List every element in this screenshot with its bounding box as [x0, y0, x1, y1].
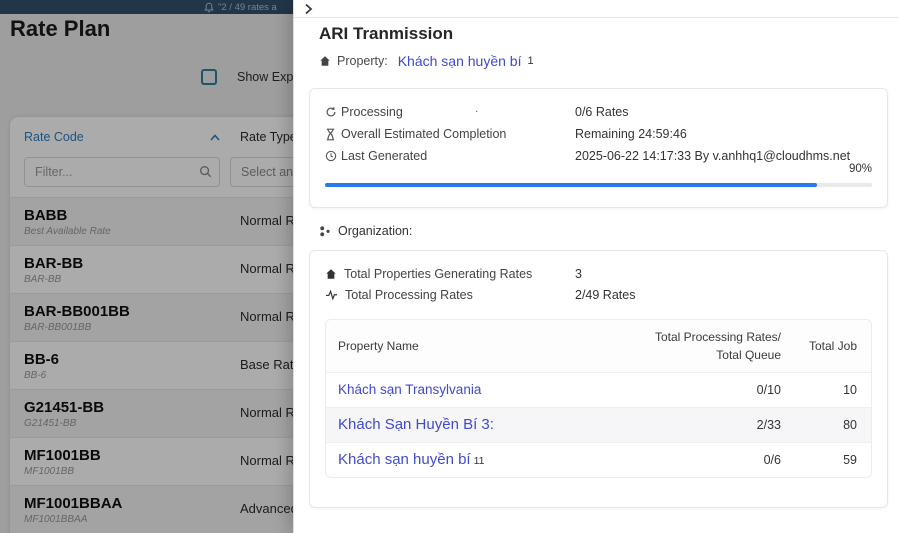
ari-transmission-panel: ARI Tranmission Property: Khách sạn huyề… [293, 0, 899, 533]
organization-section-header: Organization: [319, 224, 412, 238]
property-table-row: Khách sạn Transylvania 0/10 10 [326, 372, 871, 407]
property-table-row: Khách sạn huyền bí11 0/6 59 [326, 442, 871, 477]
hourglass-icon [325, 128, 341, 141]
property-row: Property: Khách sạn huyền bí 1 [319, 53, 534, 69]
panel-header-strip [294, 0, 899, 18]
organization-card: Total Properties Generating Rates 3 Tota… [309, 250, 888, 508]
property-label: Property: [337, 54, 388, 68]
processing-label: Processing [341, 105, 403, 119]
jobs-cell: 10 [781, 383, 871, 397]
estimated-completion-label: Overall Estimated Completion [341, 127, 506, 141]
total-properties-row: Total Properties Generating Rates 3 [325, 263, 872, 284]
property-link[interactable]: Khách Sạn Huyền Bí 3: [338, 416, 494, 433]
processing-row: Processing . 0/6 Rates [325, 101, 872, 123]
clock-icon [325, 150, 341, 162]
total-processing-row: Total Processing Rates 2/49 Rates [325, 284, 872, 305]
property-name-header: Property Name [326, 339, 631, 353]
rates-cell: 2/33 [631, 418, 781, 432]
property-name-link[interactable]: Khách sạn huyền bí [398, 53, 522, 69]
total-properties-value: 3 [575, 267, 582, 281]
property-link[interactable]: Khách sạn Transylvania [338, 382, 481, 397]
property-table: Property Name Total Processing Rates/ To… [325, 319, 872, 478]
property-table-header: Property Name Total Processing Rates/ To… [326, 320, 871, 372]
organization-icon [319, 225, 331, 238]
rates-cell: 0/10 [631, 383, 781, 397]
processing-rates-header: Total Processing Rates/ Total Queue [631, 328, 781, 364]
total-job-header: Total Job [781, 339, 871, 353]
last-generated-row: Last Generated 2025-06-22 14:17:33 By v.… [325, 145, 872, 167]
panel-title: ARI Tranmission [319, 24, 453, 44]
organization-label: Organization: [338, 224, 412, 238]
property-suffix: 11 [474, 455, 485, 467]
property-table-row: Khách Sạn Huyền Bí 3: 2/33 80 [326, 407, 871, 442]
progress-bar [325, 183, 872, 187]
last-generated-label: Last Generated [341, 149, 427, 163]
total-properties-label: Total Properties Generating Rates [344, 267, 532, 281]
activity-icon [325, 289, 338, 301]
home-icon [325, 268, 337, 280]
refresh-icon [325, 106, 341, 118]
property-link[interactable]: Khách sạn huyền bí [338, 451, 471, 468]
rates-cell: 0/6 [631, 453, 781, 467]
home-icon [319, 55, 331, 67]
estimated-completion-row: Overall Estimated Completion Remaining 2… [325, 123, 872, 145]
processing-value: 0/6 Rates [575, 105, 629, 119]
property-number: 1 [527, 55, 533, 67]
transmission-status-card: Processing . 0/6 Rates Overall Estimated… [309, 88, 888, 208]
jobs-cell: 59 [781, 453, 871, 467]
jobs-cell: 80 [781, 418, 871, 432]
progress-bar-fill [325, 183, 817, 187]
progress-percent-label: 90% [849, 163, 872, 175]
total-processing-label: Total Processing Rates [345, 288, 473, 302]
collapse-panel-icon[interactable] [304, 3, 313, 15]
total-processing-value: 2/49 Rates [575, 288, 635, 302]
processing-ellipsis: . [475, 101, 478, 115]
estimated-completion-value: Remaining 24:59:46 [575, 127, 687, 141]
last-generated-value: 2025-06-22 14:17:33 By v.anhhq1@cloudhms… [575, 149, 850, 163]
